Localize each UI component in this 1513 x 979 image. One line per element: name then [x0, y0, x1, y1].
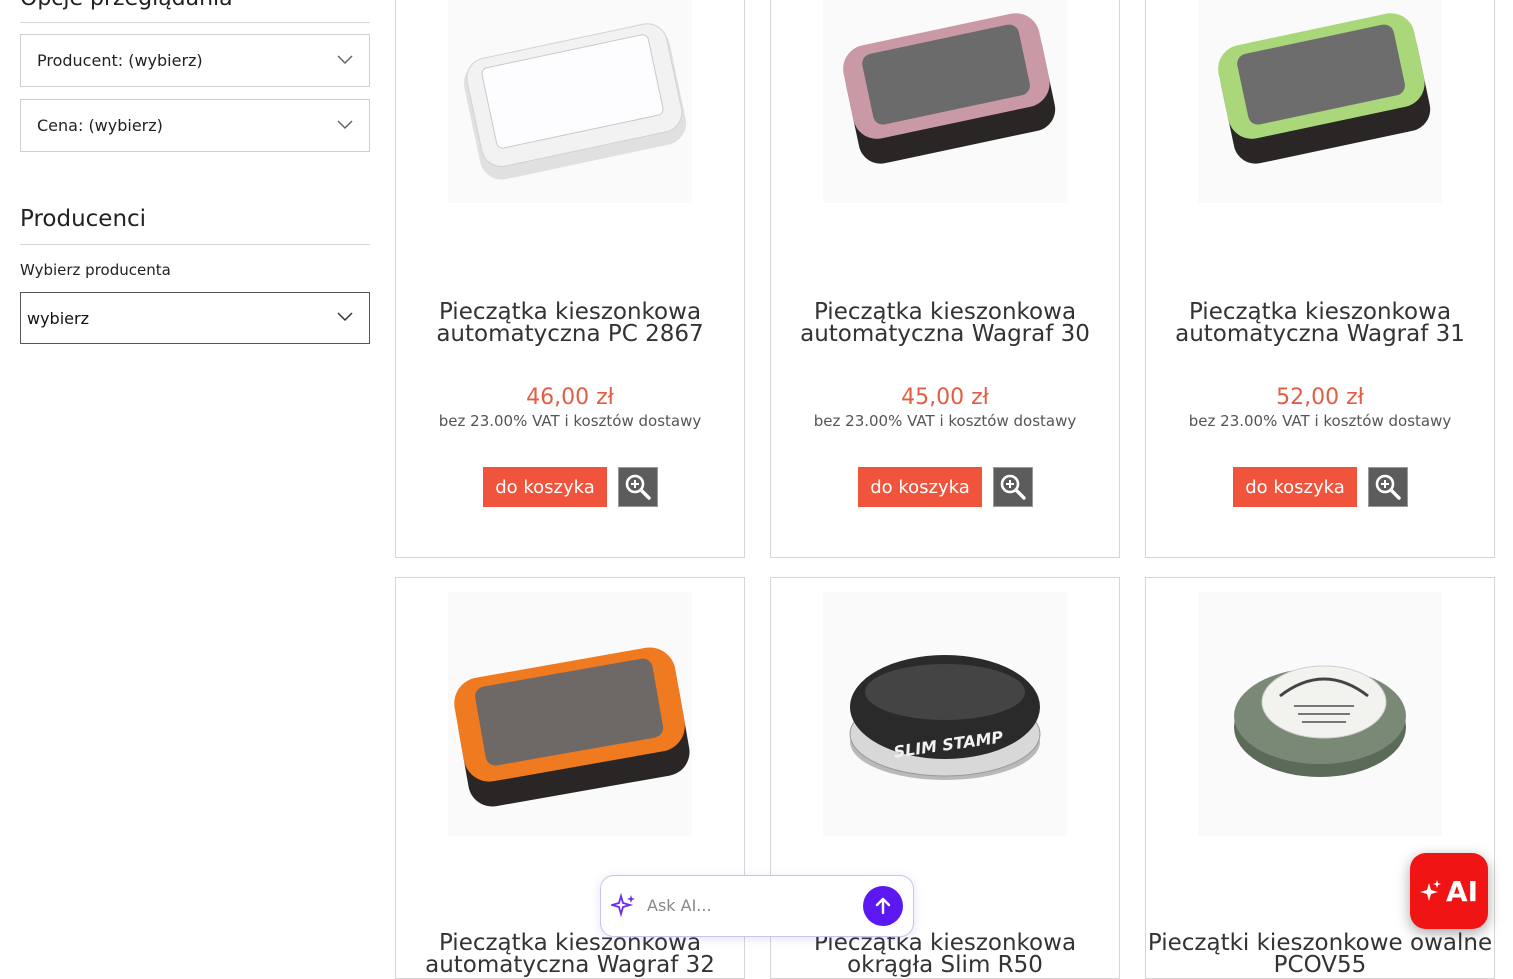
product-image[interactable]: [448, 0, 692, 203]
price-filter-label: Cena: (wybierz): [37, 116, 163, 135]
ai-assistant-button[interactable]: AI: [1410, 853, 1488, 929]
arrow-up-icon: [875, 897, 891, 915]
product-image-stamp-orange: [454, 647, 690, 807]
product-image[interactable]: [448, 592, 692, 836]
divider: [20, 244, 370, 245]
product-image[interactable]: SLIM STAMP: [823, 592, 1067, 836]
zoom-in-icon: [625, 474, 651, 500]
choose-producer-label: Wybierz producenta: [20, 261, 171, 279]
product-price: 45,00 zł: [901, 385, 989, 410]
product-image-stamp-pink: [843, 13, 1056, 164]
producer-filter-label: Producent: (wybierz): [37, 51, 203, 70]
producer-select[interactable]: wybierz: [20, 292, 370, 344]
divider: [20, 22, 370, 23]
producer-select-value: wybierz: [27, 308, 89, 328]
producers-title: Producenci: [20, 206, 147, 232]
zoom-button[interactable]: [1368, 467, 1408, 507]
ask-ai-send-button[interactable]: [863, 886, 903, 926]
product-image[interactable]: [823, 0, 1067, 203]
zoom-in-icon: [1000, 474, 1026, 500]
product-vat-note: bez 23.00% VAT i kosztów dostawy: [813, 412, 1077, 430]
product-image-stamp-round: SLIM STAMP: [849, 655, 1041, 780]
zoom-button[interactable]: [993, 467, 1033, 507]
producer-filter-select[interactable]: Producent: (wybierz): [20, 34, 370, 87]
zoom-in-icon: [1375, 474, 1401, 500]
product-price: 46,00 zł: [526, 385, 614, 410]
chevron-down-icon: [337, 54, 353, 64]
price-filter-select[interactable]: Cena: (wybierz): [20, 99, 370, 152]
product-image[interactable]: [1198, 0, 1442, 203]
add-to-cart-button[interactable]: do koszyka: [1233, 467, 1357, 507]
add-to-cart-button[interactable]: do koszyka: [483, 467, 607, 507]
product-name[interactable]: Pieczątka kieszonkowa automatyczna Wagra…: [396, 932, 744, 977]
ask-ai-input[interactable]: Ask AI...: [647, 896, 712, 915]
product-name[interactable]: Pieczątka kieszonkowa automatyczna PC 28…: [396, 301, 744, 346]
ai-fab-label: AI: [1445, 874, 1479, 908]
chevron-down-icon: [337, 119, 353, 129]
chevron-down-icon: [337, 312, 353, 322]
product-name[interactable]: Pieczątka kieszonkowa automatyczna Wagra…: [1146, 301, 1494, 346]
sparkle-icon: [1419, 880, 1441, 901]
product-name[interactable]: Pieczątka kieszonkowa automatyczna Wagra…: [771, 301, 1119, 346]
product-price: 52,00 zł: [1276, 385, 1364, 410]
ask-ai-bar[interactable]: Ask AI...: [600, 875, 914, 937]
add-to-cart-button[interactable]: do koszyka: [858, 467, 982, 507]
product-card: Pieczątka kieszonkowa automatyczna PC 28…: [395, 0, 745, 558]
product-card: Pieczątka kieszonkowa automatyczna Wagra…: [770, 0, 1120, 558]
product-image-stamp-green: [1218, 13, 1431, 164]
zoom-button[interactable]: [618, 467, 658, 507]
product-vat-note: bez 23.00% VAT i kosztów dostawy: [1188, 412, 1452, 430]
product-vat-note: bez 23.00% VAT i kosztów dostawy: [438, 412, 702, 430]
sparkle-icon: [611, 893, 635, 918]
product-image-stamp-white: [463, 23, 687, 180]
product-name[interactable]: Pieczątki kieszonkowe owalne PCOV55: [1146, 932, 1494, 977]
product-name[interactable]: Pieczątka kieszonkowa okrągła Slim R50: [771, 932, 1119, 977]
product-image-stamp-oval: [1234, 665, 1406, 777]
product-image[interactable]: [1198, 592, 1442, 836]
product-card: Pieczątka kieszonkowa automatyczna Wagra…: [1145, 0, 1495, 558]
browse-options-title: Opcje przeglądania: [20, 0, 233, 11]
